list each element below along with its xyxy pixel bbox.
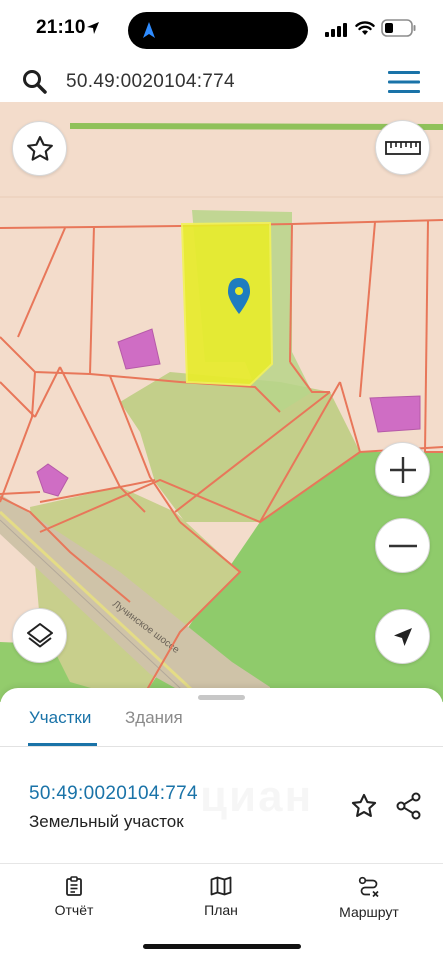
dynamic-island bbox=[128, 12, 308, 49]
wifi-icon bbox=[355, 21, 375, 35]
favorite-button[interactable] bbox=[12, 121, 67, 176]
status-time: 21:10 bbox=[36, 17, 86, 38]
nav-route[interactable]: Маршрут bbox=[324, 876, 414, 920]
status-bar: 21:10 bbox=[0, 0, 443, 58]
search-input[interactable] bbox=[66, 69, 366, 95]
hamburger-menu-icon[interactable] bbox=[388, 70, 420, 94]
navigation-arrow-icon bbox=[393, 627, 412, 646]
divider bbox=[0, 863, 443, 864]
my-location-button[interactable] bbox=[375, 609, 430, 664]
zoom-out-button[interactable] bbox=[375, 518, 430, 573]
tab-parcels[interactable]: Участки bbox=[29, 708, 91, 728]
nav-plan-label: План bbox=[204, 902, 238, 918]
share-icon[interactable] bbox=[395, 792, 423, 820]
star-outline-icon bbox=[26, 135, 53, 161]
layers-icon bbox=[26, 622, 53, 647]
route-icon bbox=[358, 876, 379, 898]
zoom-in-button[interactable] bbox=[375, 442, 430, 497]
parcel-type-label: Земельный участок bbox=[29, 812, 184, 831]
watermark: циан bbox=[200, 772, 313, 822]
selected-parcel[interactable] bbox=[180, 221, 274, 387]
cellular-signal-icon bbox=[325, 23, 347, 37]
sheet-drag-handle[interactable] bbox=[198, 695, 245, 700]
building[interactable] bbox=[369, 395, 421, 433]
ruler-button[interactable] bbox=[375, 120, 430, 175]
minus-icon bbox=[388, 544, 417, 547]
battery-icon bbox=[381, 19, 416, 37]
star-outline-icon[interactable] bbox=[350, 792, 378, 820]
divider bbox=[0, 746, 443, 747]
nav-report-label: Отчёт bbox=[54, 902, 94, 918]
search-bar bbox=[6, 61, 437, 102]
cadastral-map[interactable]: Лучинское шоссе bbox=[0, 102, 443, 702]
nav-plan[interactable]: План bbox=[176, 876, 266, 918]
layers-button[interactable] bbox=[12, 608, 67, 663]
tab-buildings[interactable]: Здания bbox=[125, 708, 183, 728]
bottom-sheet: Участки Здания циан 50:49:0020104:774 Зе… bbox=[0, 688, 443, 960]
plus-icon bbox=[389, 456, 416, 483]
ruler-icon bbox=[384, 140, 421, 155]
cadastral-number-link[interactable]: 50:49:0020104:774 bbox=[29, 783, 198, 805]
map-canvas[interactable]: Лучинское шоссе bbox=[0, 102, 443, 702]
home-indicator bbox=[143, 944, 301, 949]
clipboard-report-icon bbox=[66, 876, 82, 896]
nav-report[interactable]: Отчёт bbox=[29, 876, 119, 918]
nav-route-label: Маршрут bbox=[339, 904, 399, 920]
location-services-icon bbox=[87, 22, 99, 34]
map-icon bbox=[210, 876, 232, 896]
search-icon[interactable] bbox=[22, 69, 48, 95]
navigation-indicator-icon bbox=[143, 22, 155, 38]
